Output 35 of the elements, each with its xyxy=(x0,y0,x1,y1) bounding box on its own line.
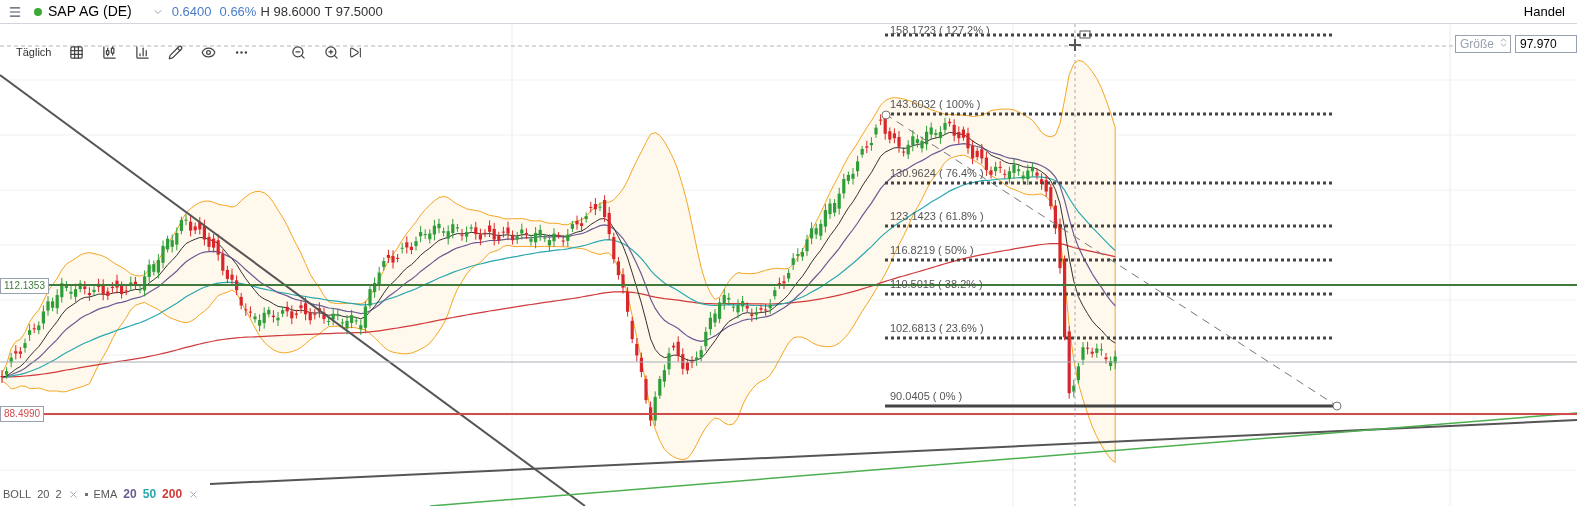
fibonacci-level-label: 90.0405 ( 0% ) xyxy=(890,391,963,402)
price-label: 112.1353 xyxy=(0,278,49,294)
indicator-parameter: 20 xyxy=(123,486,137,503)
remove-icon[interactable] xyxy=(188,488,200,500)
eye-icon[interactable] xyxy=(201,44,217,60)
price-change: 0.6400 xyxy=(171,2,212,21)
price-label: 88.4990 xyxy=(0,406,45,422)
indicator-parameter: 2 xyxy=(55,486,62,502)
indicator-parameter: 50 xyxy=(142,486,157,503)
menu-icon[interactable] xyxy=(8,4,22,19)
period-selector[interactable]: Täglich xyxy=(16,44,52,61)
zoom-in-icon[interactable] xyxy=(324,44,340,60)
indicator-parameter: 200 xyxy=(162,486,183,503)
indicator-name: BOLL xyxy=(3,486,32,502)
skip-to-end-icon[interactable] xyxy=(349,45,363,59)
pencil-icon[interactable] xyxy=(168,44,184,60)
indicator-name: EMA xyxy=(93,486,118,502)
remove-icon[interactable] xyxy=(67,488,79,500)
price-field[interactable]: 97.970 xyxy=(1515,34,1577,53)
high-price: H 98.6000 xyxy=(260,2,321,21)
symbol-name: SAP AG (DE) xyxy=(48,2,132,21)
fibonacci-level-label: 102.6813 ( 23.6% ) xyxy=(890,323,984,334)
low-price: T 97.5000 xyxy=(324,2,383,21)
size-field[interactable]: Größe xyxy=(1455,35,1511,53)
indicator-parameter: 20 xyxy=(37,486,50,502)
percent-change: 0.66% xyxy=(219,2,257,21)
zoom-out-icon[interactable] xyxy=(291,44,307,60)
bar-chart-icon[interactable] xyxy=(135,44,151,60)
fibonacci-level-label: 158.1723 ( 127.2% ) xyxy=(890,25,990,36)
candlestick-icon[interactable] xyxy=(102,44,118,60)
trade-label[interactable]: Handel xyxy=(1523,1,1569,22)
trend-line[interactable] xyxy=(209,419,1577,485)
trend-line[interactable] xyxy=(0,74,586,506)
calendar-grid-icon[interactable] xyxy=(69,44,85,60)
trend-line[interactable] xyxy=(429,412,1577,506)
